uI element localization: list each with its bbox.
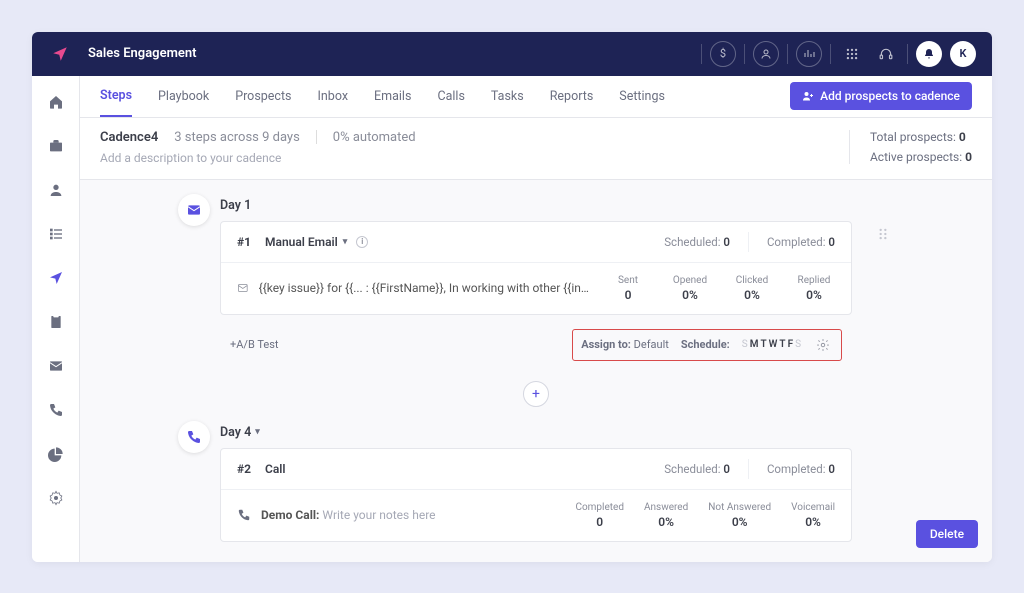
- step-1-number: #1: [237, 235, 251, 249]
- tab-playbook[interactable]: Playbook: [158, 77, 209, 116]
- tab-settings[interactable]: Settings: [619, 77, 665, 116]
- tabs-bar: Steps Playbook Prospects Inbox Emails Ca…: [80, 76, 992, 118]
- analytics-icon[interactable]: [796, 41, 822, 67]
- tab-tasks[interactable]: Tasks: [491, 77, 524, 116]
- tab-inbox[interactable]: Inbox: [318, 77, 349, 116]
- ab-test-button[interactable]: +A/B Test: [230, 338, 278, 351]
- headset-icon[interactable]: [873, 41, 899, 67]
- step-1-stats: Sent0 Opened0% Clicked0% Replied0%: [607, 275, 835, 302]
- drag-handle-icon[interactable]: [876, 226, 890, 245]
- add-step-button[interactable]: +: [523, 381, 549, 407]
- tab-reports[interactable]: Reports: [550, 77, 594, 116]
- main: Steps Playbook Prospects Inbox Emails Ca…: [80, 76, 992, 562]
- cadence-meta: 3 steps across 9 days: [174, 130, 300, 145]
- call-step-icon: [178, 421, 210, 453]
- day-1-label: Day 1: [220, 198, 852, 213]
- step-2-card: #2 Call Scheduled: 0 Completed: 0: [220, 448, 852, 542]
- step-2-type[interactable]: Call: [265, 462, 286, 476]
- total-prospects-value: 0: [959, 130, 966, 144]
- active-prospects-label: Active prospects:: [870, 150, 962, 164]
- gear-icon[interactable]: [814, 561, 834, 562]
- nav-send-icon[interactable]: [42, 264, 70, 292]
- topbar-right: $ K: [701, 41, 976, 67]
- dialpad-icon[interactable]: [839, 41, 865, 67]
- tab-prospects[interactable]: Prospects: [235, 77, 291, 116]
- topbar: Sales Engagement $ K: [32, 32, 992, 76]
- total-prospects-label: Total prospects:: [870, 130, 956, 144]
- step-2-number: #2: [237, 462, 251, 476]
- step-1-block: Day 1 #1 Manual Email ▾ i Scheduled: 0: [220, 198, 852, 367]
- body: Steps Playbook Prospects Inbox Emails Ca…: [32, 76, 992, 562]
- add-prospects-label: Add prospects to cadence: [820, 89, 960, 103]
- cadence-header: Cadence4 3 steps across 9 days 0% automa…: [80, 118, 992, 180]
- step-2-block: Day 4 ▾ #2 Call Scheduled: 0 Completed: …: [220, 425, 852, 562]
- delete-button[interactable]: Delete: [916, 520, 978, 548]
- cadence-automated: 0% automated: [333, 130, 416, 145]
- nav-mail-icon[interactable]: [42, 352, 70, 380]
- avatar[interactable]: K: [950, 41, 976, 67]
- active-prospects-value: 0: [965, 150, 972, 164]
- dollar-icon[interactable]: $: [710, 41, 736, 67]
- gear-icon[interactable]: [813, 335, 833, 355]
- nav-briefcase-icon[interactable]: [42, 132, 70, 160]
- call-note-prompt[interactable]: Write your notes here: [322, 508, 435, 522]
- bell-icon[interactable]: [916, 41, 942, 67]
- brand-title: Sales Engagement: [88, 46, 196, 61]
- nav-settings-icon[interactable]: [42, 484, 70, 512]
- step-1-type[interactable]: Manual Email ▾ i: [265, 235, 368, 249]
- sidenav: [32, 76, 80, 562]
- app-logo[interactable]: [48, 42, 72, 66]
- chevron-down-icon: ▾: [255, 427, 260, 437]
- tab-steps[interactable]: Steps: [100, 76, 132, 117]
- app-window: Sales Engagement $ K: [32, 32, 992, 562]
- step-1-schedule-box: Assign to: Default Schedule: SMTWTFS: [572, 329, 842, 361]
- tab-calls[interactable]: Calls: [437, 77, 464, 116]
- info-icon[interactable]: i: [356, 236, 368, 248]
- tab-emails[interactable]: Emails: [374, 77, 411, 116]
- nav-clipboard-icon[interactable]: [42, 308, 70, 336]
- step-1-day-letters[interactable]: SMTWTFS: [742, 339, 801, 350]
- email-step-icon: [178, 194, 210, 226]
- call-title: Demo Call:: [261, 508, 319, 522]
- step-1-subject[interactable]: {{key issue}} for {{... : {{FirstName}},…: [259, 281, 595, 295]
- nav-list-icon[interactable]: [42, 220, 70, 248]
- chevron-down-icon: ▾: [343, 237, 348, 247]
- step-2-stats: Completed0 Answered0% Not Answered0% Voi…: [575, 502, 835, 529]
- nav-phone-icon[interactable]: [42, 396, 70, 424]
- step-1-card: #1 Manual Email ▾ i Scheduled: 0 Complet…: [220, 221, 852, 315]
- user-icon[interactable]: [753, 41, 779, 67]
- mail-icon: [237, 281, 249, 295]
- phone-icon: [237, 508, 251, 522]
- nav-pie-icon[interactable]: [42, 440, 70, 468]
- nav-home-icon[interactable]: [42, 88, 70, 116]
- nav-person-icon[interactable]: [42, 176, 70, 204]
- steps-content: Day 1 #1 Manual Email ▾ i Scheduled: 0: [80, 180, 992, 562]
- add-prospects-button[interactable]: Add prospects to cadence: [790, 82, 972, 110]
- step-2-schedule-box: Assign to: Default Schedule: SMTWTFS: [574, 556, 842, 562]
- day-4-label[interactable]: Day 4 ▾: [220, 425, 852, 440]
- cadence-description[interactable]: Add a description to your cadence: [100, 151, 416, 165]
- cadence-name: Cadence4: [100, 130, 158, 145]
